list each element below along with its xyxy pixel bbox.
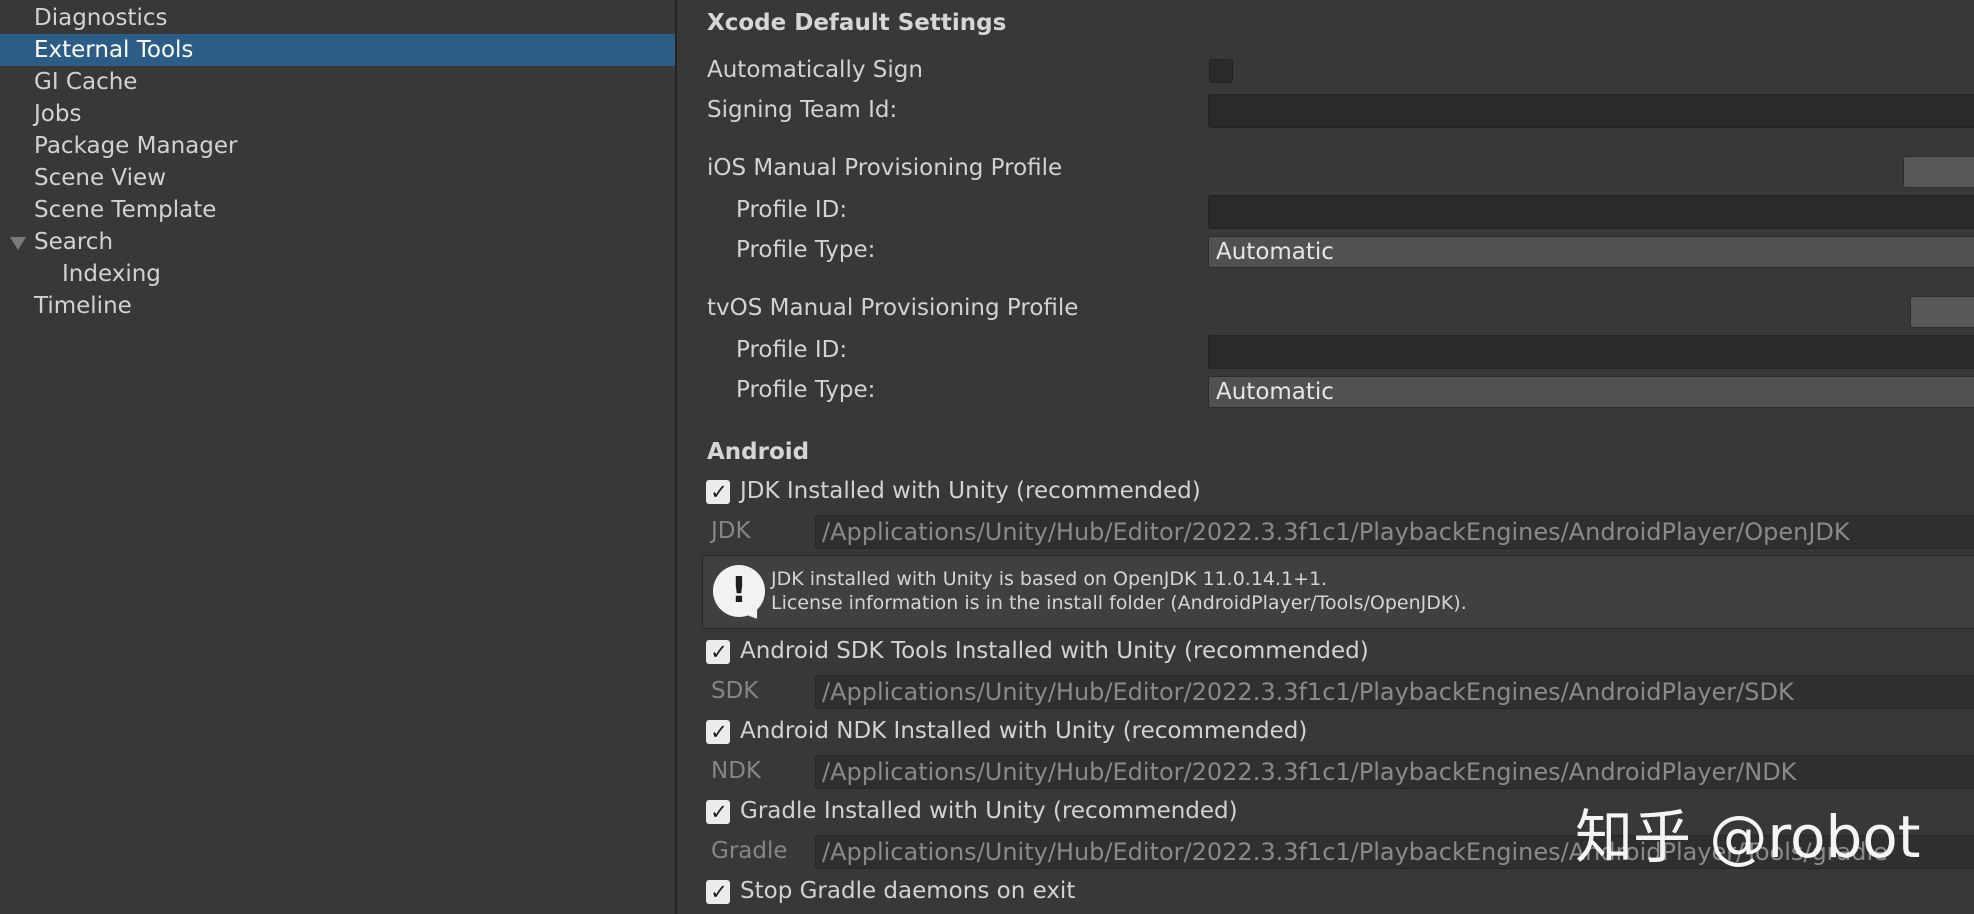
sidebar-item-scene-template[interactable]: Scene Template <box>0 194 675 226</box>
expand-triangle-icon[interactable] <box>10 237 26 250</box>
sidebar-item-diagnostics[interactable]: Diagnostics <box>0 2 675 34</box>
stop-daemons-checkbox[interactable]: ✓ <box>706 880 730 904</box>
external-tools-panel: Xcode Default Settings Automatically Sig… <box>677 0 1974 914</box>
ios-profile-type-label: Profile Type: <box>736 237 876 263</box>
auto-sign-checkbox[interactable] <box>1209 59 1233 83</box>
sdk-checkbox[interactable]: ✓ <box>706 640 730 664</box>
sidebar-item-indexing[interactable]: Indexing <box>0 258 675 290</box>
sidebar-item-timeline[interactable]: Timeline <box>0 290 675 322</box>
ios-profile-title: iOS Manual Provisioning Profile <box>707 155 1063 181</box>
exclamation-icon: ! <box>713 565 765 617</box>
jdk-path-label: JDK <box>711 518 751 544</box>
jdk-checkbox-label: JDK Installed with Unity (recommended) <box>740 478 1201 504</box>
sidebar-item-scene-view[interactable]: Scene View <box>0 162 675 194</box>
watermark: 知乎 @robot <box>1575 803 1921 871</box>
ios-profile-id-field[interactable] <box>1208 195 1974 229</box>
ios-profile-browse-button[interactable] <box>1903 156 1974 188</box>
signing-team-field[interactable] <box>1208 94 1974 128</box>
tvos-profile-browse-button[interactable] <box>1910 296 1974 328</box>
settings-sidebar: Diagnostics External Tools GI Cache Jobs… <box>0 0 677 914</box>
ndk-checkbox[interactable]: ✓ <box>706 720 730 744</box>
sidebar-item-search-label: Search <box>34 229 114 255</box>
jdk-checkbox[interactable]: ✓ <box>706 480 730 504</box>
tvos-profile-title: tvOS Manual Provisioning Profile <box>707 295 1079 321</box>
checkmark-icon: ✓ <box>710 480 728 504</box>
sdk-path-field[interactable]: /Applications/Unity/Hub/Editor/2022.3.3f… <box>815 675 1974 709</box>
xcode-section-title: Xcode Default Settings <box>707 10 1007 36</box>
jdk-path-field[interactable]: /Applications/Unity/Hub/Editor/2022.3.3f… <box>815 515 1974 549</box>
tvos-profile-id-label: Profile ID: <box>736 337 848 363</box>
tvos-profile-type-dropdown[interactable]: Automatic <box>1208 376 1974 408</box>
android-section-title: Android <box>707 439 810 465</box>
ios-profile-id-label: Profile ID: <box>736 197 848 223</box>
ios-profile-type-dropdown[interactable]: Automatic <box>1208 236 1974 268</box>
jdk-info-helpbox: ! JDK installed with Unity is based on O… <box>702 555 1974 629</box>
checkmark-icon: ✓ <box>710 640 728 664</box>
sdk-checkbox-label: Android SDK Tools Installed with Unity (… <box>740 638 1369 664</box>
help-line-2: License information is in the install fo… <box>771 592 1467 614</box>
sidebar-item-jobs[interactable]: Jobs <box>0 98 675 130</box>
sidebar-item-package-manager[interactable]: Package Manager <box>0 130 675 162</box>
gradle-path-label: Gradle <box>711 838 788 864</box>
ndk-path-field[interactable]: /Applications/Unity/Hub/Editor/2022.3.3f… <box>815 755 1974 789</box>
sidebar-item-external-tools[interactable]: External Tools <box>0 34 675 66</box>
signing-team-label: Signing Team Id: <box>707 97 898 123</box>
ndk-checkbox-label: Android NDK Installed with Unity (recomm… <box>740 718 1308 744</box>
sidebar-item-gi-cache[interactable]: GI Cache <box>0 66 675 98</box>
sidebar-item-search[interactable]: Search <box>0 226 675 258</box>
gradle-checkbox[interactable]: ✓ <box>706 800 730 824</box>
tvos-profile-id-field[interactable] <box>1208 335 1974 369</box>
gradle-checkbox-label: Gradle Installed with Unity (recommended… <box>740 798 1238 824</box>
ndk-path-label: NDK <box>711 758 761 784</box>
stop-daemons-label: Stop Gradle daemons on exit <box>740 878 1076 904</box>
checkmark-icon: ✓ <box>710 880 728 904</box>
help-line-1: JDK installed with Unity is based on Ope… <box>771 568 1328 590</box>
auto-sign-label: Automatically Sign <box>707 57 923 83</box>
checkmark-icon: ✓ <box>710 800 728 824</box>
sdk-path-label: SDK <box>711 678 759 704</box>
checkmark-icon: ✓ <box>710 720 728 744</box>
tvos-profile-type-label: Profile Type: <box>736 377 876 403</box>
